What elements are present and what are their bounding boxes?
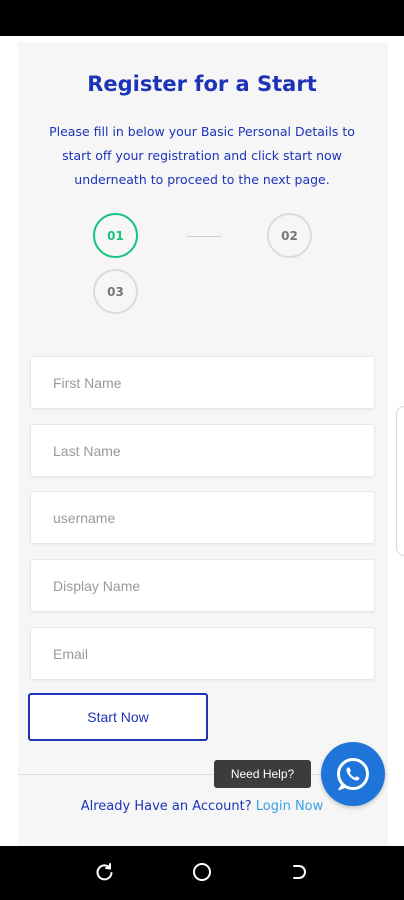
home-button[interactable]: [190, 860, 214, 884]
first-name-input[interactable]: [31, 357, 374, 408]
home-circle-icon: [193, 863, 211, 881]
username-input[interactable]: [31, 492, 374, 543]
back-icon: [293, 865, 306, 879]
need-help-tooltip[interactable]: Need Help?: [214, 760, 311, 788]
first-name-field[interactable]: [30, 356, 375, 409]
step-indicator-2: 02: [267, 213, 312, 258]
email-input[interactable]: [31, 628, 374, 679]
display-name-input[interactable]: [31, 560, 374, 611]
page-subtitle: Please fill in below your Basic Personal…: [49, 124, 355, 187]
android-nav-bar: [0, 846, 404, 900]
page-title: Register for a Start: [87, 72, 317, 96]
login-prompt-text: Already Have an Account?: [80, 799, 256, 814]
step-indicator-1: 01: [93, 213, 138, 258]
login-now-link[interactable]: Login Now: [256, 799, 324, 814]
step-connector: [187, 236, 221, 237]
display-name-field[interactable]: [30, 559, 375, 612]
start-now-button[interactable]: Start Now: [28, 693, 208, 741]
status-bar: [0, 0, 404, 36]
back-button[interactable]: [287, 860, 311, 884]
email-field[interactable]: [30, 627, 375, 680]
recent-apps-button[interactable]: [93, 860, 117, 884]
username-field[interactable]: [30, 491, 375, 544]
last-name-field[interactable]: [30, 424, 375, 477]
whatsapp-icon: [337, 758, 369, 791]
whatsapp-button[interactable]: [321, 742, 385, 806]
last-name-input[interactable]: [31, 425, 374, 476]
registration-page: Register for a Start Please fill in belo…: [0, 36, 404, 846]
rotate-icon: [96, 863, 113, 881]
step-indicator-3: 03: [93, 269, 138, 314]
side-edge-tab[interactable]: [396, 406, 404, 556]
